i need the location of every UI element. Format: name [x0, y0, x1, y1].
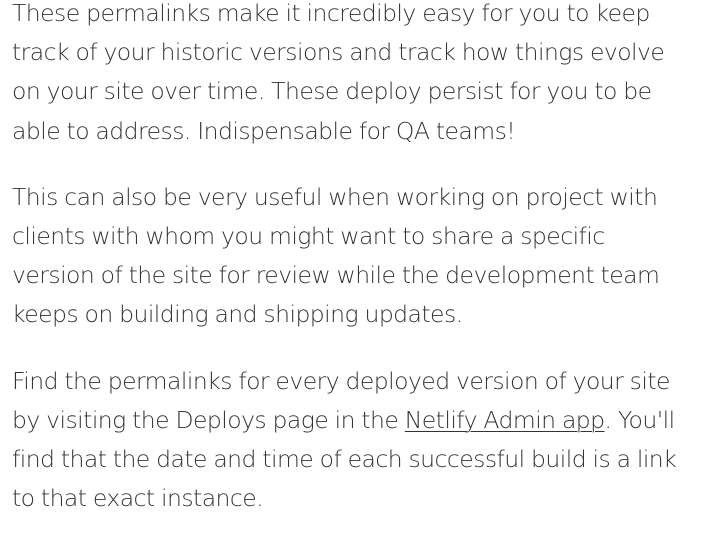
- paragraph-permalinks-intro: These permalinks make it incredibly easy…: [12, 0, 724, 151]
- text-line: Find the permalinks for every deployed v…: [12, 366, 670, 395]
- text-line: This can also be very useful when workin…: [12, 182, 658, 211]
- text-line: find that the date and time of each succ…: [12, 445, 677, 474]
- text-line: clients with whom you might want to shar…: [12, 222, 605, 251]
- paragraph-client-review: This can also be very useful when workin…: [12, 178, 724, 335]
- text-line: These permalinks make it incredibly easy…: [12, 0, 650, 27]
- text-before-link: by visiting the Deploys page in the: [12, 405, 405, 434]
- text-line: on your site over time. These deploy per…: [12, 77, 652, 106]
- text-line: to that exact instance.: [12, 484, 264, 513]
- text-line: keeps on building and shipping updates.: [12, 300, 463, 329]
- text-line-with-link: by visiting the Deploys page in the Netl…: [12, 401, 724, 440]
- text-line: able to address. Indispensable for QA te…: [12, 116, 516, 145]
- paragraph-find-permalinks: Find the permalinks for every deployed v…: [12, 362, 724, 519]
- text-line: version of the site for review while the…: [12, 261, 660, 290]
- text-line: track of your historic versions and trac…: [12, 38, 665, 67]
- netlify-admin-app-link[interactable]: Netlify Admin app: [405, 406, 605, 434]
- text-after-link: . You'll: [604, 405, 676, 434]
- article-body: These permalinks make it incredibly easy…: [12, 0, 724, 545]
